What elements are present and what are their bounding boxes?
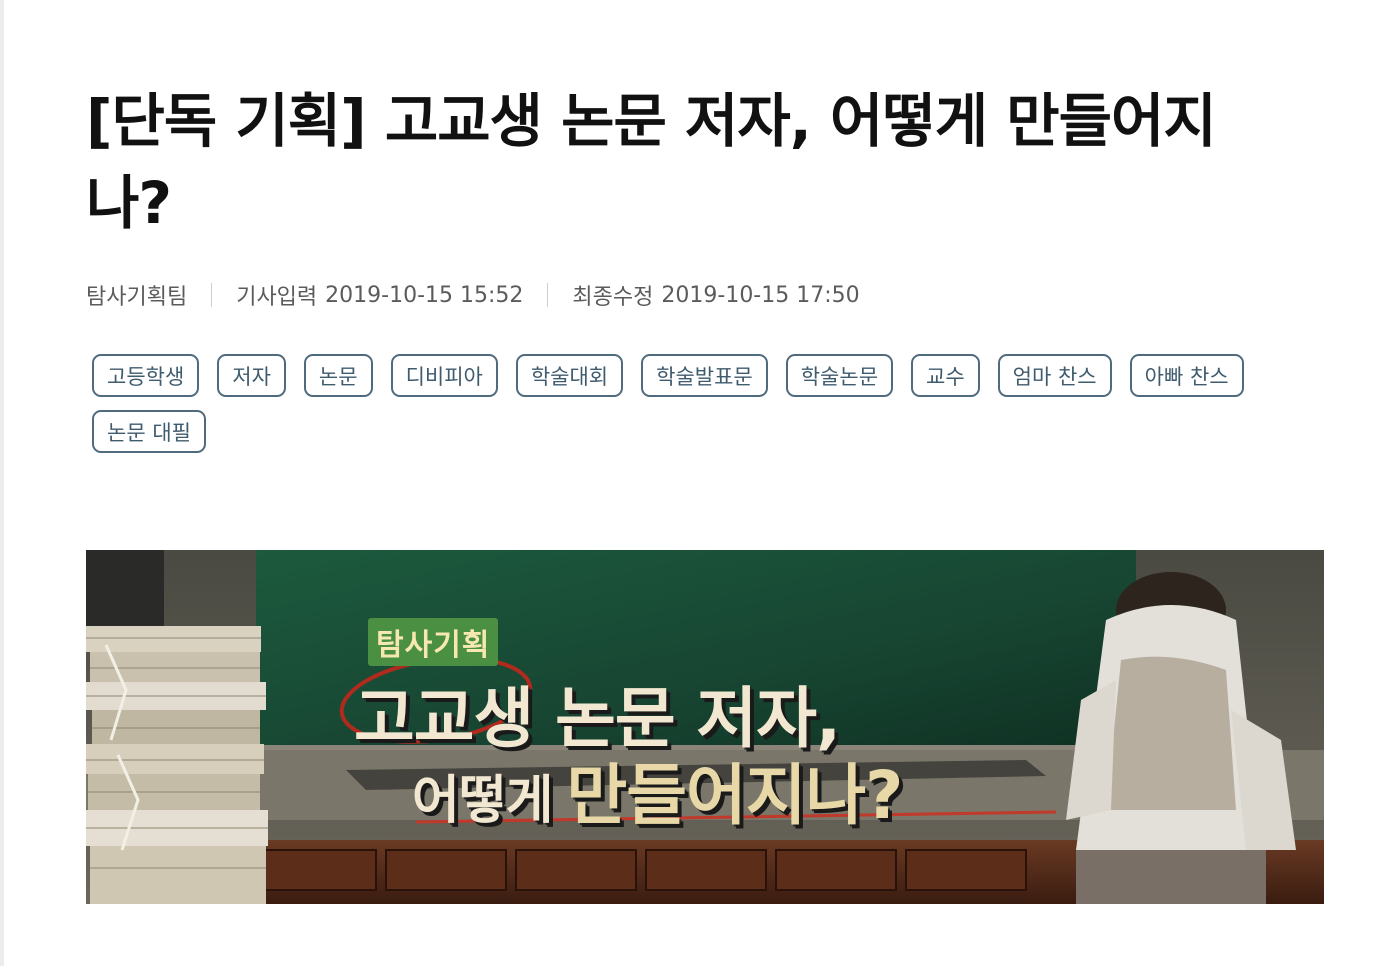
tag-link[interactable]: 논문 대필 bbox=[92, 410, 206, 453]
hero-headline-line2: 어떻게 만들어지나? bbox=[412, 742, 904, 838]
tag-link[interactable]: 학술대회 bbox=[515, 354, 624, 397]
tag-list: 고등학생 저자 논문 디비피아 학술대회 학술발표문 학술논문 교수 엄마 찬스… bbox=[92, 354, 1292, 453]
tag-link[interactable]: 학술발표문 bbox=[641, 354, 768, 397]
hero-headline-main: 만들어지나? bbox=[566, 757, 904, 834]
meta-divider bbox=[547, 283, 549, 307]
published-date: 2019-10-15 15:52 bbox=[325, 282, 524, 308]
tag-link[interactable]: 디비피아 bbox=[390, 354, 498, 397]
meta-divider bbox=[211, 283, 213, 307]
modified-label: 최종수정 bbox=[572, 285, 654, 310]
tag-link[interactable]: 저자 bbox=[217, 354, 286, 397]
modified-date: 2019-10-15 17:50 bbox=[661, 282, 860, 308]
hero-headline-prefix: 어떻게 bbox=[412, 771, 554, 831]
byline[interactable]: 탐사기획팀 bbox=[86, 279, 187, 311]
tag-link[interactable]: 학술논문 bbox=[785, 354, 894, 397]
article-title: [단독 기획] 고교생 논문 저자, 어떻게 만들어지나? bbox=[86, 87, 1217, 237]
tag-link[interactable]: 엄마 찬스 bbox=[997, 354, 1112, 397]
article-meta: 탐사기획팀 기사입력 2019-10-15 15:52 최종수정 2019-10… bbox=[86, 279, 860, 311]
tag-link[interactable]: 아빠 찬스 bbox=[1129, 354, 1244, 397]
published-label: 기사입력 bbox=[236, 285, 318, 310]
hero-kicker: 탐사기획 bbox=[368, 618, 499, 666]
tag-link[interactable]: 고등학생 bbox=[92, 354, 200, 397]
tag-link[interactable]: 교수 bbox=[911, 354, 980, 397]
article-page: [단독 기획] 고교생 논문 저자, 어떻게 만들어지나? 탐사기획팀 기사입력… bbox=[0, 0, 1398, 966]
tag-link[interactable]: 논문 bbox=[303, 354, 373, 397]
